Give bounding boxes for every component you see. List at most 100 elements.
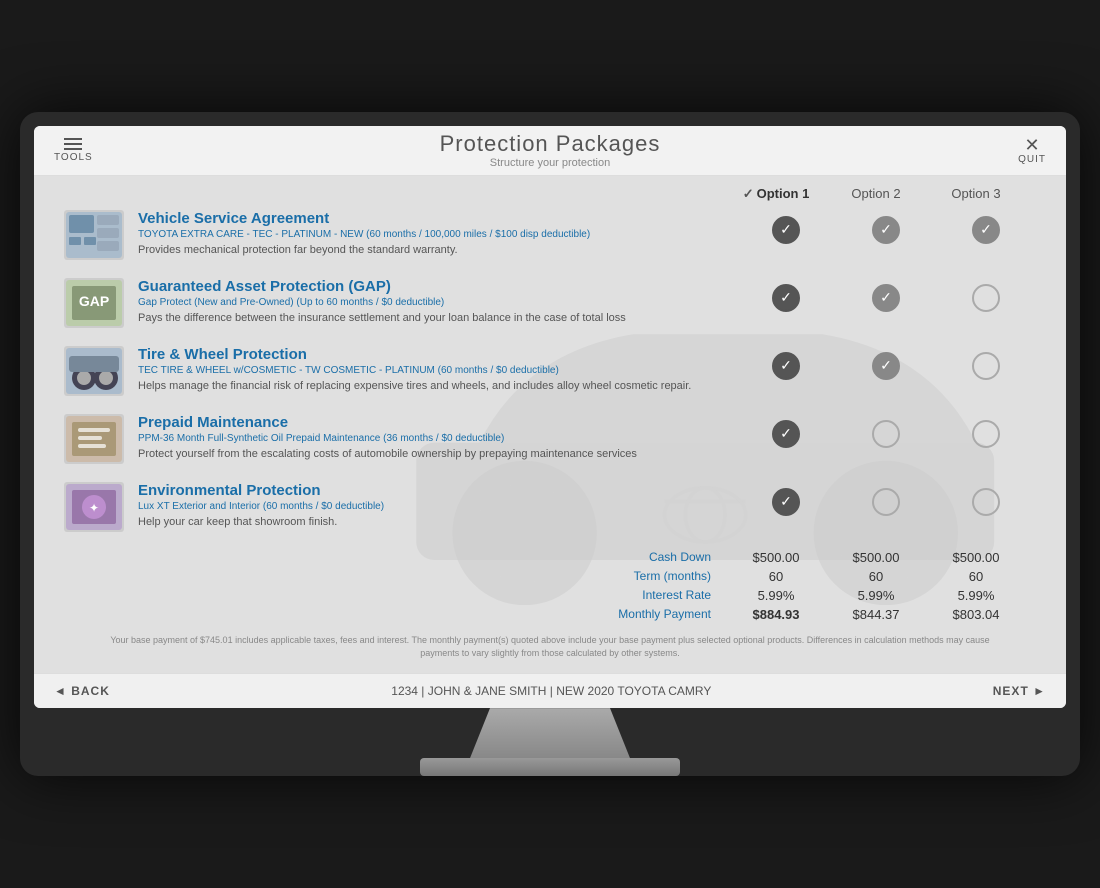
radio-circle[interactable]: ✓ — [772, 284, 800, 312]
product-row: GAP Guaranteed Asset Protection (GAP) Ga… — [64, 278, 1036, 328]
option-3-radio[interactable] — [936, 280, 1036, 312]
option-2-radio[interactable]: ✓ — [836, 348, 936, 380]
radio-circle[interactable]: ✓ — [872, 216, 900, 244]
radio-circle[interactable]: ✓ — [772, 488, 800, 516]
summary-row: Interest Rate 5.99% 5.99% 5.99% — [74, 588, 1026, 603]
option-2-radio[interactable] — [836, 416, 936, 448]
summary-val-2: $844.37 — [826, 607, 926, 622]
product-info: Guaranteed Asset Protection (GAP) Gap Pr… — [138, 278, 736, 326]
product-image — [64, 210, 124, 260]
product-image — [64, 414, 124, 464]
product-image: ✦ — [64, 482, 124, 532]
page-subtitle: Structure your protection — [440, 157, 661, 169]
product-name: Tire & Wheel Protection — [138, 346, 736, 363]
product-subtitle: TEC TIRE & WHEEL w/COSMETIC - TW COSMETI… — [138, 365, 736, 376]
summary-val-3: 60 — [926, 569, 1026, 584]
footer-info: 1234 | JOHN & JANE SMITH | NEW 2020 TOYO… — [391, 684, 711, 698]
svg-text:GAP: GAP — [79, 293, 109, 309]
product-options: ✓ — [736, 482, 1036, 516]
product-name: Vehicle Service Agreement — [138, 210, 736, 227]
radio-circle[interactable] — [972, 420, 1000, 448]
option-1-radio[interactable]: ✓ — [736, 212, 836, 244]
radio-circle[interactable] — [872, 420, 900, 448]
summary-label: Cash Down — [586, 550, 726, 565]
radio-circle[interactable]: ✓ — [972, 216, 1000, 244]
option-1-radio[interactable]: ✓ — [736, 348, 836, 380]
summary-label: Interest Rate — [586, 588, 726, 603]
product-options: ✓ ✓ ✓ — [736, 210, 1036, 244]
summary-val-1: $884.93 — [726, 607, 826, 622]
options-header: ✓Option 1 Option 2 Option 3 — [64, 186, 1036, 202]
radio-circle[interactable] — [972, 284, 1000, 312]
radio-circle[interactable] — [872, 488, 900, 516]
product-row: Vehicle Service Agreement TOYOTA EXTRA C… — [64, 210, 1036, 260]
product-options: ✓✓ — [736, 278, 1036, 312]
product-image: GAP — [64, 278, 124, 328]
footer: ◄ BACK 1234 | JOHN & JANE SMITH | NEW 20… — [34, 673, 1066, 708]
product-row: ✦ Environmental Protection Lux XT Exteri… — [64, 482, 1036, 532]
quit-button[interactable]: ✕ QUIT — [1018, 136, 1046, 165]
product-desc: Help your car keep that showroom finish. — [138, 515, 736, 530]
product-name: Guaranteed Asset Protection (GAP) — [138, 278, 736, 295]
summary-row: Term (months) 60 60 60 — [74, 569, 1026, 584]
header-center: Protection Packages Structure your prote… — [440, 131, 661, 169]
content-area: ✓Option 1 Option 2 Option 3 Vehicle Serv… — [34, 176, 1066, 673]
radio-circle[interactable]: ✓ — [772, 352, 800, 380]
radio-circle[interactable]: ✓ — [872, 352, 900, 380]
radio-circle[interactable] — [972, 488, 1000, 516]
option-3-radio[interactable]: ✓ — [936, 212, 1036, 244]
option-3-radio[interactable] — [936, 348, 1036, 380]
option-1-radio[interactable]: ✓ — [736, 280, 836, 312]
option-1-header: ✓Option 1 — [726, 186, 826, 202]
monitor-stand — [450, 708, 650, 758]
page-title: Protection Packages — [440, 131, 661, 157]
product-options: ✓✓ — [736, 346, 1036, 380]
close-icon: ✕ — [1025, 136, 1040, 154]
product-desc: Protect yourself from the escalating cos… — [138, 447, 736, 462]
svg-text:✦: ✦ — [89, 501, 99, 515]
quit-label: QUIT — [1018, 154, 1046, 165]
tools-menu[interactable]: TOOLS — [54, 138, 93, 163]
monitor-base — [420, 758, 680, 776]
summary-table: Cash Down $500.00 $500.00 $500.00 Term (… — [64, 550, 1036, 622]
product-options: ✓ — [736, 414, 1036, 448]
product-info: Vehicle Service Agreement TOYOTA EXTRA C… — [138, 210, 736, 258]
header: TOOLS Protection Packages Structure your… — [34, 126, 1066, 176]
summary-val-1: $500.00 — [726, 550, 826, 565]
radio-circle[interactable]: ✓ — [772, 420, 800, 448]
summary-val-3: $500.00 — [926, 550, 1026, 565]
summary-val-3: 5.99% — [926, 588, 1026, 603]
hamburger-icon — [64, 138, 82, 150]
product-name: Prepaid Maintenance — [138, 414, 736, 431]
product-name: Environmental Protection — [138, 482, 736, 499]
summary-row: Cash Down $500.00 $500.00 $500.00 — [74, 550, 1026, 565]
summary-label: Monthly Payment — [586, 607, 726, 622]
summary-val-2: 5.99% — [826, 588, 926, 603]
back-button[interactable]: ◄ BACK — [54, 684, 110, 698]
product-subtitle: Lux XT Exterior and Interior (60 months … — [138, 501, 736, 512]
option-3-radio[interactable] — [936, 416, 1036, 448]
summary-val-1: 60 — [726, 569, 826, 584]
product-desc: Pays the difference between the insuranc… — [138, 311, 736, 326]
next-button[interactable]: NEXT ► — [993, 684, 1046, 698]
option-1-radio[interactable]: ✓ — [736, 484, 836, 516]
tools-label: TOOLS — [54, 152, 93, 163]
option-1-radio[interactable]: ✓ — [736, 416, 836, 448]
option-2-radio[interactable] — [836, 484, 936, 516]
summary-row: Monthly Payment $884.93 $844.37 $803.04 — [74, 607, 1026, 622]
main-content: ✓Option 1 Option 2 Option 3 Vehicle Serv… — [34, 176, 1066, 673]
option-2-radio[interactable]: ✓ — [836, 280, 936, 312]
summary-val-2: $500.00 — [826, 550, 926, 565]
option-2-radio[interactable]: ✓ — [836, 212, 936, 244]
summary-val-3: $803.04 — [926, 607, 1026, 622]
summary-val-2: 60 — [826, 569, 926, 584]
product-desc: Helps manage the financial risk of repla… — [138, 379, 736, 394]
radio-circle[interactable]: ✓ — [872, 284, 900, 312]
product-subtitle: TOYOTA EXTRA CARE - TEC - PLATINUM - NEW… — [138, 229, 736, 240]
radio-circle[interactable]: ✓ — [772, 216, 800, 244]
option-3-radio[interactable] — [936, 484, 1036, 516]
radio-circle[interactable] — [972, 352, 1000, 380]
product-info: Prepaid Maintenance PPM-36 Month Full-Sy… — [138, 414, 736, 462]
option-3-header: Option 3 — [926, 186, 1026, 202]
product-row: Tire & Wheel Protection TEC TIRE & WHEEL… — [64, 346, 1036, 396]
